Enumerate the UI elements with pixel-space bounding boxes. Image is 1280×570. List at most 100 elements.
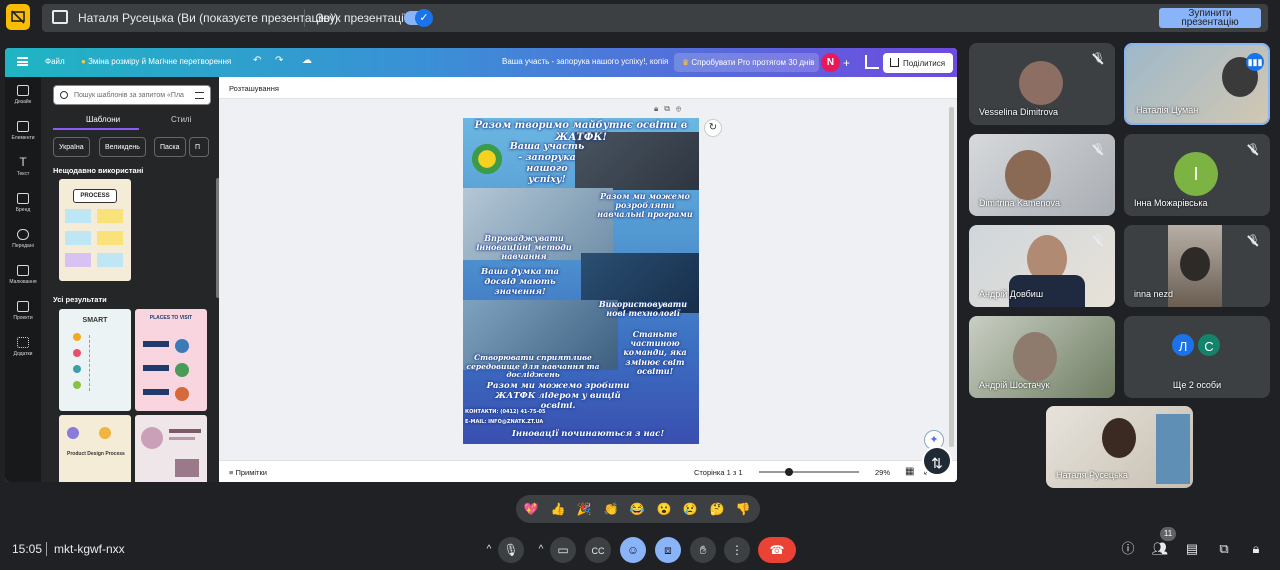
zoom-slider[interactable] [759,471,859,473]
presentation-audio-toggle[interactable]: ✓ [404,9,433,27]
rail-item-brand[interactable]: Бренд [5,193,41,213]
rail-item-elements[interactable]: Елементи [5,121,41,141]
meeting-code[interactable]: mkt-kgwf-nxx [54,542,125,556]
reaction-clap-icon[interactable]: 👏 [602,500,620,518]
resize-button[interactable]: ● Зміна розміру й Магічне перетворення [81,57,231,66]
more-options-button[interactable]: ⋮ [724,537,750,563]
meet-presenting-icon [6,4,30,30]
reaction-thumbs-down-icon[interactable]: 👎 [734,500,752,518]
reactions-button[interactable]: ☺ [620,537,646,563]
duplicate-icon[interactable]: ⧉ [664,104,676,113]
self-view-tile[interactable]: Наталя Русецька [1046,406,1193,488]
rail-item-uploads[interactable]: Передані [5,229,41,249]
apps-icon [17,337,29,348]
chat-icon[interactable]: ▤ [1183,540,1201,558]
draw-icon [17,265,29,276]
reaction-thinking-icon[interactable]: 🤔 [708,500,726,518]
poster-text-technologies: Використовувати нові технології [598,299,688,319]
chip-paska[interactable]: Паска [154,137,186,157]
template-search-input[interactable]: Пошук шаблонів за запитом «Пла [53,85,211,105]
move-handle-icon[interactable]: ⇅ [922,446,952,476]
poster-heading: Разом творимо майбутнє освіти в ЖАТФК! [474,120,688,143]
try-pro-button[interactable]: ♛ Спробувати Pro протягом 30 днів [674,53,819,72]
menu-icon[interactable] [17,57,28,66]
share-button[interactable]: Поділитися [883,53,953,73]
people-icon[interactable]: 👥︎ [1151,540,1169,558]
poster-email: E-MAIL: INFO@ZNATK.ZT.UA [465,419,544,425]
canvas-scrollbar[interactable] [949,107,954,447]
rail-item-text[interactable]: T Текст [5,156,41,177]
lock-icon[interactable]: 🔒︎ [654,104,664,113]
mic-off-icon: 🎙︎ [1247,144,1260,155]
participant-tile[interactable]: І 🎙︎ Інна Можарівська [1124,134,1270,216]
poster-design[interactable]: Разом творимо майбутнє освіти в ЖАТФК! В… [463,118,699,444]
reaction-laugh-icon[interactable]: 😂 [628,500,646,518]
zoom-level[interactable]: 29% [875,468,890,477]
reaction-sad-icon[interactable]: 😢 [681,500,699,518]
video-options-chevron-icon[interactable]: ^ [532,537,550,563]
template-thumb-product-design[interactable]: Product Design Process [59,415,131,482]
present-screen-icon [52,10,68,24]
crown-icon: ● [81,57,86,66]
document-title[interactable]: Ваша участь - запорука нашого успіху!, к… [502,57,668,66]
user-avatar[interactable]: N [821,53,840,72]
host-controls-icon[interactable]: 🔒︎ [1247,540,1265,558]
tab-styles[interactable]: Стилі [171,115,191,124]
present-screen-button[interactable]: ⧈ [655,537,681,563]
notes-button[interactable]: ≡ Примітки [229,468,267,477]
college-logo [471,140,503,178]
chip-more[interactable]: П [189,137,209,157]
rail-item-apps[interactable]: Додатки [5,337,41,357]
reaction-party-icon[interactable]: 🎉 [575,500,593,518]
page-indicator[interactable]: Сторінка 1 з 1 [694,468,743,477]
raise-hand-button[interactable]: ✋︎ [690,537,716,563]
participant-tile[interactable]: Андрій Шостачук [969,316,1115,398]
redo-icon[interactable]: ↷ [275,55,283,66]
template-thumb-places[interactable]: PLACES TO VISIT [135,309,207,411]
microphone-button[interactable]: 🎙︎ [498,537,524,563]
meeting-info-icon[interactable]: ⓘ [1119,540,1137,558]
camera-button[interactable]: ▭ [550,537,576,563]
poster-text-leader: Разом ми можемо зробити ЖАТФК лідером у … [486,381,630,411]
leave-call-button[interactable]: ☎ [758,537,796,563]
template-thumb-process[interactable]: PROCESS [59,179,131,281]
divider [46,542,47,556]
participant-name: inna nezd [1134,289,1174,299]
zoom-slider-thumb[interactable] [785,468,793,476]
reaction-thumbs-up-icon[interactable]: 👍 [549,500,567,518]
chip-easter[interactable]: Великдень [99,137,146,157]
rail-item-design[interactable]: Дизайн [5,85,41,105]
undo-icon[interactable]: ↶ [253,55,261,66]
tab-templates[interactable]: Шаблони [86,115,120,124]
template-thumb-smart[interactable]: SMART [59,309,131,411]
participant-tile[interactable]: 🎙︎ Dimitrina Kamenova [969,134,1115,216]
participant-tile[interactable]: ▮▮▮ Наталія Цуман [1124,43,1270,125]
participant-tile-others[interactable]: Л С Ще 2 особи [1124,316,1270,398]
chip-ukraine[interactable]: Україна [53,137,90,157]
rail-label: Передані [12,243,34,249]
filter-icon[interactable] [195,92,204,99]
audio-options-chevron-icon[interactable]: ^ [480,537,498,563]
stop-presenting-button[interactable]: Зупинити презентацію [1159,8,1261,28]
participant-tile[interactable]: 🎙︎ Андрій Довбиш [969,225,1115,307]
add-collaborator-button[interactable]: + [843,56,850,70]
position-button[interactable]: Розташування [229,84,279,93]
activities-icon[interactable]: ⧉ [1215,540,1233,558]
grid-view-icon[interactable]: ▦ [905,466,914,477]
template-thumb-event[interactable] [135,415,207,482]
participant-tile[interactable]: 🎙︎ Vesselina Dimitrova [969,43,1115,125]
captions-button[interactable]: CC [585,537,611,563]
avatar: І [1174,152,1218,196]
thumb-title: PROCESS [73,189,117,203]
insights-icon[interactable] [865,55,879,69]
rail-item-draw[interactable]: Малювання [5,265,41,285]
add-page-icon[interactable]: ⊕ [676,104,687,113]
cloud-save-icon[interactable]: ☁ [302,55,312,66]
file-menu[interactable]: Файл [45,57,65,66]
rotate-icon[interactable]: ↻ [704,119,722,137]
presenting-banner: Наталя Русецька (Ви (показуєте презентац… [42,4,1268,32]
reaction-surprised-icon[interactable]: 😮 [655,500,673,518]
reaction-heart-icon[interactable]: 💖 [522,500,540,518]
participant-tile[interactable]: 🎙︎ inna nezd [1124,225,1270,307]
rail-item-projects[interactable]: Проекти [5,301,41,321]
